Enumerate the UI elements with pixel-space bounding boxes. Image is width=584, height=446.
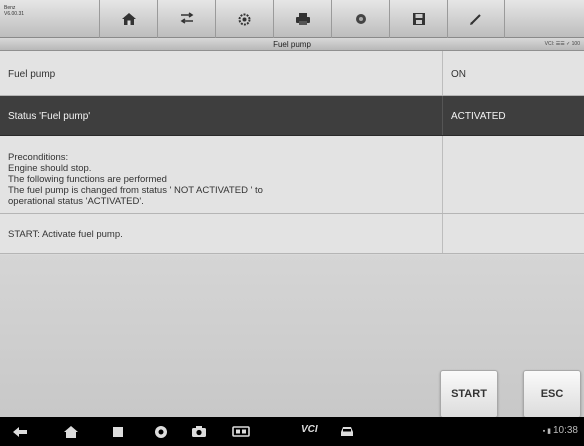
title-bar: Fuel pump VCI: ☰☰ ✓ 100 [0, 38, 584, 51]
start-button[interactable]: START [440, 370, 498, 418]
home-button[interactable] [99, 0, 157, 38]
print-icon [295, 13, 310, 25]
home-nav-button[interactable] [63, 423, 79, 440]
text-line: The fuel pump is changed from status ' N… [8, 185, 263, 196]
recent-apps-button[interactable] [112, 423, 124, 440]
table-row-selected[interactable]: Status 'Fuel pump' ACTIVATED [0, 96, 584, 136]
print-button[interactable] [273, 0, 331, 38]
page-title: Fuel pump [273, 40, 311, 49]
recent-apps-icon [113, 426, 123, 437]
vehicle-swap-icon [180, 12, 193, 24]
back-button[interactable] [12, 423, 28, 440]
table-row[interactable]: Fuel pump ON [0, 51, 584, 96]
edit-button[interactable] [447, 0, 505, 38]
settings-button[interactable] [215, 0, 273, 38]
settings-icon [238, 13, 251, 25]
vci-indicator[interactable]: VCI [301, 424, 318, 435]
help-button[interactable] [331, 0, 389, 38]
esc-button[interactable]: ESC [523, 370, 581, 418]
row-value: ON [451, 69, 466, 80]
status-clock: ▪ ▮ 10:38 [543, 425, 578, 436]
table-row[interactable]: START: Activate fuel pump. [0, 214, 584, 254]
top-toolbar: Benz V6.00.31 [0, 0, 584, 38]
text-line: Engine should stop. [8, 163, 92, 174]
text-line: The following functions are performed [8, 174, 167, 185]
text-line: Preconditions: [8, 152, 69, 163]
car-button[interactable] [339, 423, 355, 440]
row-label: START: Activate fuel pump. [8, 229, 123, 240]
preconditions-text: Preconditions: Engine should stop. The f… [8, 152, 263, 207]
row-value: ACTIVATED [451, 111, 506, 122]
vehicle-swap-button[interactable] [157, 0, 215, 38]
row-label: Status 'Fuel pump' [8, 111, 91, 122]
back-icon [13, 426, 27, 437]
help-icon [355, 14, 366, 24]
table-row[interactable]: Preconditions: Engine should stop. The f… [0, 136, 584, 214]
camera-button[interactable] [191, 423, 207, 440]
browser-icon [155, 425, 167, 438]
browser-button[interactable] [154, 423, 168, 440]
android-nav-bar: VCI ▪ ▮ 10:38 [0, 417, 584, 446]
vci-connection-status: VCI: ☰☰ ✓ 100 [544, 41, 580, 47]
actuation-table: Fuel pump ON Status 'Fuel pump' ACTIVATE… [0, 51, 584, 254]
save-button[interactable] [389, 0, 447, 38]
screen-switch-icon [232, 426, 250, 437]
software-version: V6.00.31 [4, 11, 25, 17]
row-label: Fuel pump [8, 69, 56, 80]
clock-time: 10:38 [552, 425, 578, 436]
edit-icon [470, 14, 481, 25]
save-icon [412, 13, 425, 25]
text-line: operational status 'ACTIVATED'. [8, 196, 144, 207]
car-icon [341, 426, 353, 436]
home-icon [121, 13, 136, 25]
camera-icon [192, 426, 206, 437]
vehicle-info: Benz V6.00.31 [4, 5, 68, 35]
diagnostic-screen: Benz V6.00.31 Fuel pump VCI: ☰☰ ✓ 100 Fu… [0, 0, 584, 446]
screen-switch-button[interactable] [232, 423, 250, 440]
home-icon [64, 425, 78, 438]
battery-icon: ▪ ▮ [542, 428, 553, 435]
